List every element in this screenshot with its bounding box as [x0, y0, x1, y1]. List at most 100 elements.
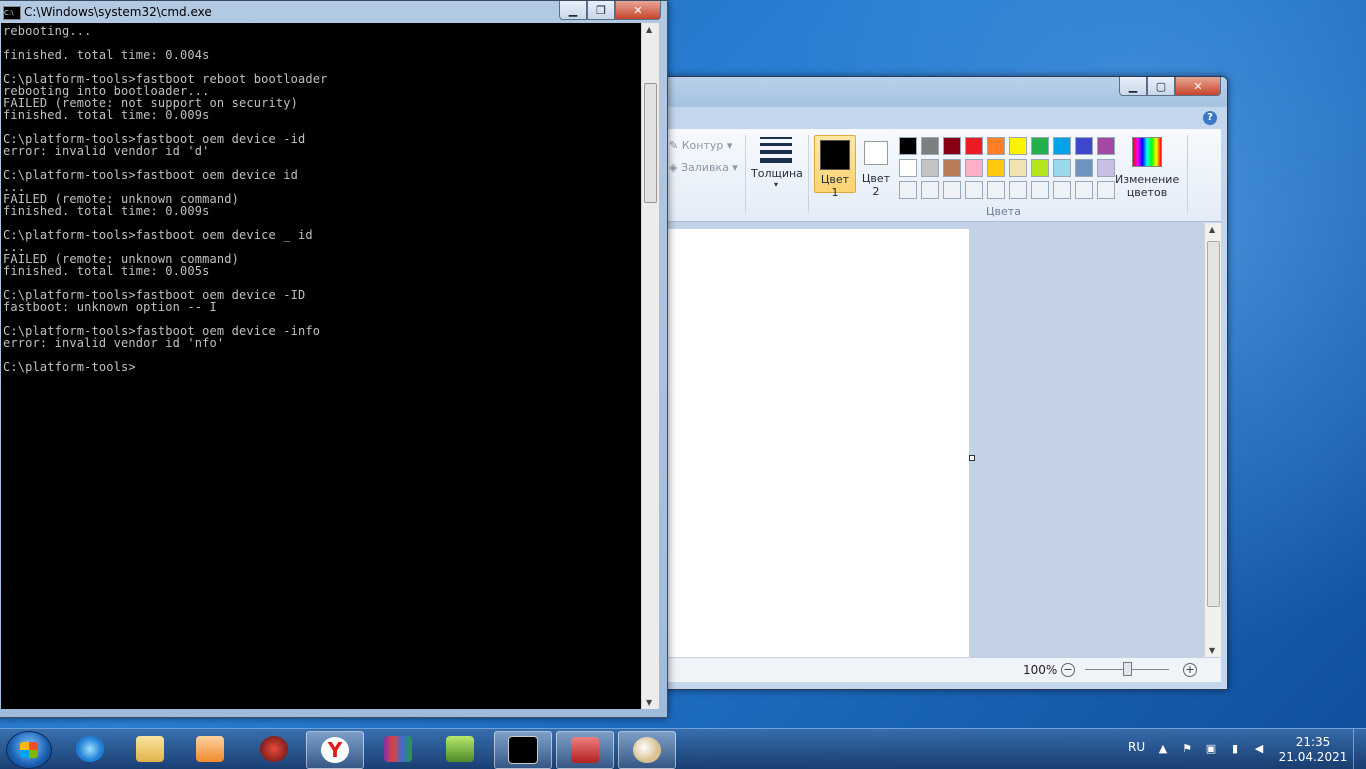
network-signal-icon[interactable]: ▮ [1228, 742, 1242, 756]
security-icon [260, 736, 288, 762]
taskbar-winrar[interactable] [370, 731, 426, 767]
cmd-vertical-scrollbar[interactable]: ▲ ▼ [641, 23, 659, 709]
palette-color-swatch[interactable] [1009, 159, 1027, 177]
palette-color-swatch[interactable] [1053, 159, 1071, 177]
palette-color-swatch[interactable] [921, 159, 939, 177]
palette-color-swatch[interactable] [965, 137, 983, 155]
canvas-resize-handle[interactable] [969, 455, 975, 461]
palette-color-swatch[interactable] [987, 181, 1005, 199]
palette-color-swatch[interactable] [921, 181, 939, 199]
zoom-level: 100% [1023, 663, 1058, 677]
palette-color-swatch[interactable] [899, 137, 917, 155]
cmd-window-icon[interactable]: C:\ [3, 6, 21, 20]
clock-date: 21.04.2021 [1278, 750, 1348, 764]
palette-color-swatch[interactable] [1053, 137, 1071, 155]
paint-ribbon: ✎ Контур ▾ ◈ Заливка ▾ Толщина ▾ Цвет 1 … [621, 129, 1221, 222]
palette-color-swatch[interactable] [921, 137, 939, 155]
cmd-minimize-button[interactable]: ▁ [559, 1, 587, 20]
paint-maximize-button[interactable]: ▢ [1147, 77, 1175, 96]
color-palette [899, 137, 1115, 199]
palette-color-swatch[interactable] [1031, 137, 1049, 155]
outline-button[interactable]: ✎ Контур ▾ [669, 139, 732, 152]
color1-button[interactable]: Цвет 1 [814, 135, 856, 199]
paint-minimize-button[interactable]: ▁ [1119, 77, 1147, 96]
language-indicator[interactable]: RU [1128, 740, 1145, 754]
taskbar-cmd[interactable] [494, 731, 552, 769]
scroll-up-arrow-icon[interactable]: ▲ [1209, 225, 1215, 234]
start-button[interactable] [6, 731, 52, 769]
zoom-slider-thumb[interactable] [1123, 662, 1132, 676]
palette-color-swatch[interactable] [1097, 137, 1115, 155]
action-center-icon[interactable]: ⚑ [1180, 742, 1194, 756]
paint-vertical-scrollbar[interactable]: ▲ ▼ [1204, 223, 1221, 657]
paint-close-button[interactable]: ✕ [1175, 77, 1221, 96]
cmd-restore-button[interactable]: ❐ [587, 1, 615, 20]
ribbon-separator [745, 135, 746, 213]
palette-color-swatch[interactable] [1075, 181, 1093, 199]
taskbar-media-player[interactable] [182, 731, 238, 767]
paint-window[interactable]: ▁ ▢ ✕ ? ✎ Контур ▾ ◈ Заливка ▾ Толщина ▾… [620, 76, 1228, 690]
volume-muted-icon[interactable]: ◀ [1252, 742, 1266, 756]
palette-color-swatch[interactable] [1053, 181, 1071, 199]
taskbar-android-tool[interactable] [432, 731, 488, 767]
system-clock[interactable]: 21:35 21.04.2021 [1278, 735, 1348, 765]
edit-colors-button[interactable]: Изменение цветов [1115, 137, 1179, 199]
cmd-scroll-thumb[interactable] [644, 83, 657, 203]
fill-label: Заливка [680, 161, 729, 174]
media-player-icon [196, 736, 224, 762]
internet-explorer-icon [76, 736, 104, 762]
colors-group-label: Цвета [986, 205, 1021, 218]
scroll-down-arrow-icon[interactable]: ▼ [646, 698, 652, 707]
thickness-button[interactable]: Толщина ▾ [751, 137, 803, 189]
cmd-titlebar[interactable]: C:\ C:\Windows\system32\cmd.exe ▁ ❐ ✕ [0, 1, 667, 23]
color2-button[interactable]: Цвет 2 [861, 135, 891, 198]
paint-caption-buttons: ▁ ▢ ✕ [1119, 77, 1221, 96]
safely-remove-icon[interactable]: ▣ [1204, 742, 1218, 756]
edit-colors-label-2: цветов [1126, 186, 1168, 199]
palette-color-swatch[interactable] [943, 159, 961, 177]
palette-color-swatch[interactable] [965, 159, 983, 177]
palette-color-swatch[interactable] [1097, 181, 1115, 199]
scroll-down-arrow-icon[interactable]: ▼ [1209, 646, 1215, 655]
palette-color-swatch[interactable] [943, 137, 961, 155]
zoom-out-button[interactable]: − [1061, 663, 1075, 677]
cmd-window[interactable]: C:\ C:\Windows\system32\cmd.exe ▁ ❐ ✕ re… [0, 0, 668, 718]
ribbon-separator [808, 135, 809, 213]
paint-canvas[interactable] [621, 229, 969, 657]
cmd-close-button[interactable]: ✕ [615, 1, 661, 20]
paint-scroll-thumb[interactable] [1207, 241, 1220, 607]
palette-color-swatch[interactable] [1075, 137, 1093, 155]
color1-label: Цвет [820, 173, 850, 186]
taskbar-toolbox[interactable] [556, 731, 614, 769]
palette-color-swatch[interactable] [987, 137, 1005, 155]
palette-color-swatch[interactable] [1031, 181, 1049, 199]
palette-color-swatch[interactable] [899, 159, 917, 177]
palette-color-swatch[interactable] [1097, 159, 1115, 177]
taskbar-paint[interactable] [618, 731, 676, 769]
palette-color-swatch[interactable] [943, 181, 961, 199]
cmd-console[interactable]: rebooting... finished. total time: 0.004… [1, 23, 641, 709]
help-button[interactable]: ? [1203, 111, 1217, 125]
color1-number: 1 [831, 186, 839, 199]
palette-color-swatch[interactable] [899, 181, 917, 199]
fill-button[interactable]: ◈ Заливка ▾ [669, 161, 738, 174]
palette-color-swatch[interactable] [965, 181, 983, 199]
palette-color-swatch[interactable] [1009, 181, 1027, 199]
taskbar-security[interactable] [246, 731, 302, 767]
taskbar-explorer[interactable] [122, 731, 178, 767]
scroll-up-arrow-icon[interactable]: ▲ [646, 25, 652, 34]
paint-icon [633, 737, 661, 763]
show-hidden-icons-icon[interactable]: ▲ [1156, 742, 1170, 756]
cmd-output: rebooting... finished. total time: 0.004… [3, 24, 328, 374]
palette-color-swatch[interactable] [1009, 137, 1027, 155]
taskbar: Y RU ▲ ⚑ ▣ ▮ ◀ 21:35 21.04.2021 [0, 728, 1366, 769]
taskbar-yandex-browser[interactable]: Y [306, 731, 364, 769]
taskbar-internet-explorer[interactable] [62, 731, 118, 767]
paint-statusbar: 100% − + [621, 657, 1221, 682]
paint-titlebar[interactable]: ▁ ▢ ✕ [621, 77, 1227, 107]
zoom-in-button[interactable]: + [1183, 663, 1197, 677]
show-desktop-button[interactable] [1353, 729, 1366, 769]
palette-color-swatch[interactable] [987, 159, 1005, 177]
palette-color-swatch[interactable] [1031, 159, 1049, 177]
palette-color-swatch[interactable] [1075, 159, 1093, 177]
